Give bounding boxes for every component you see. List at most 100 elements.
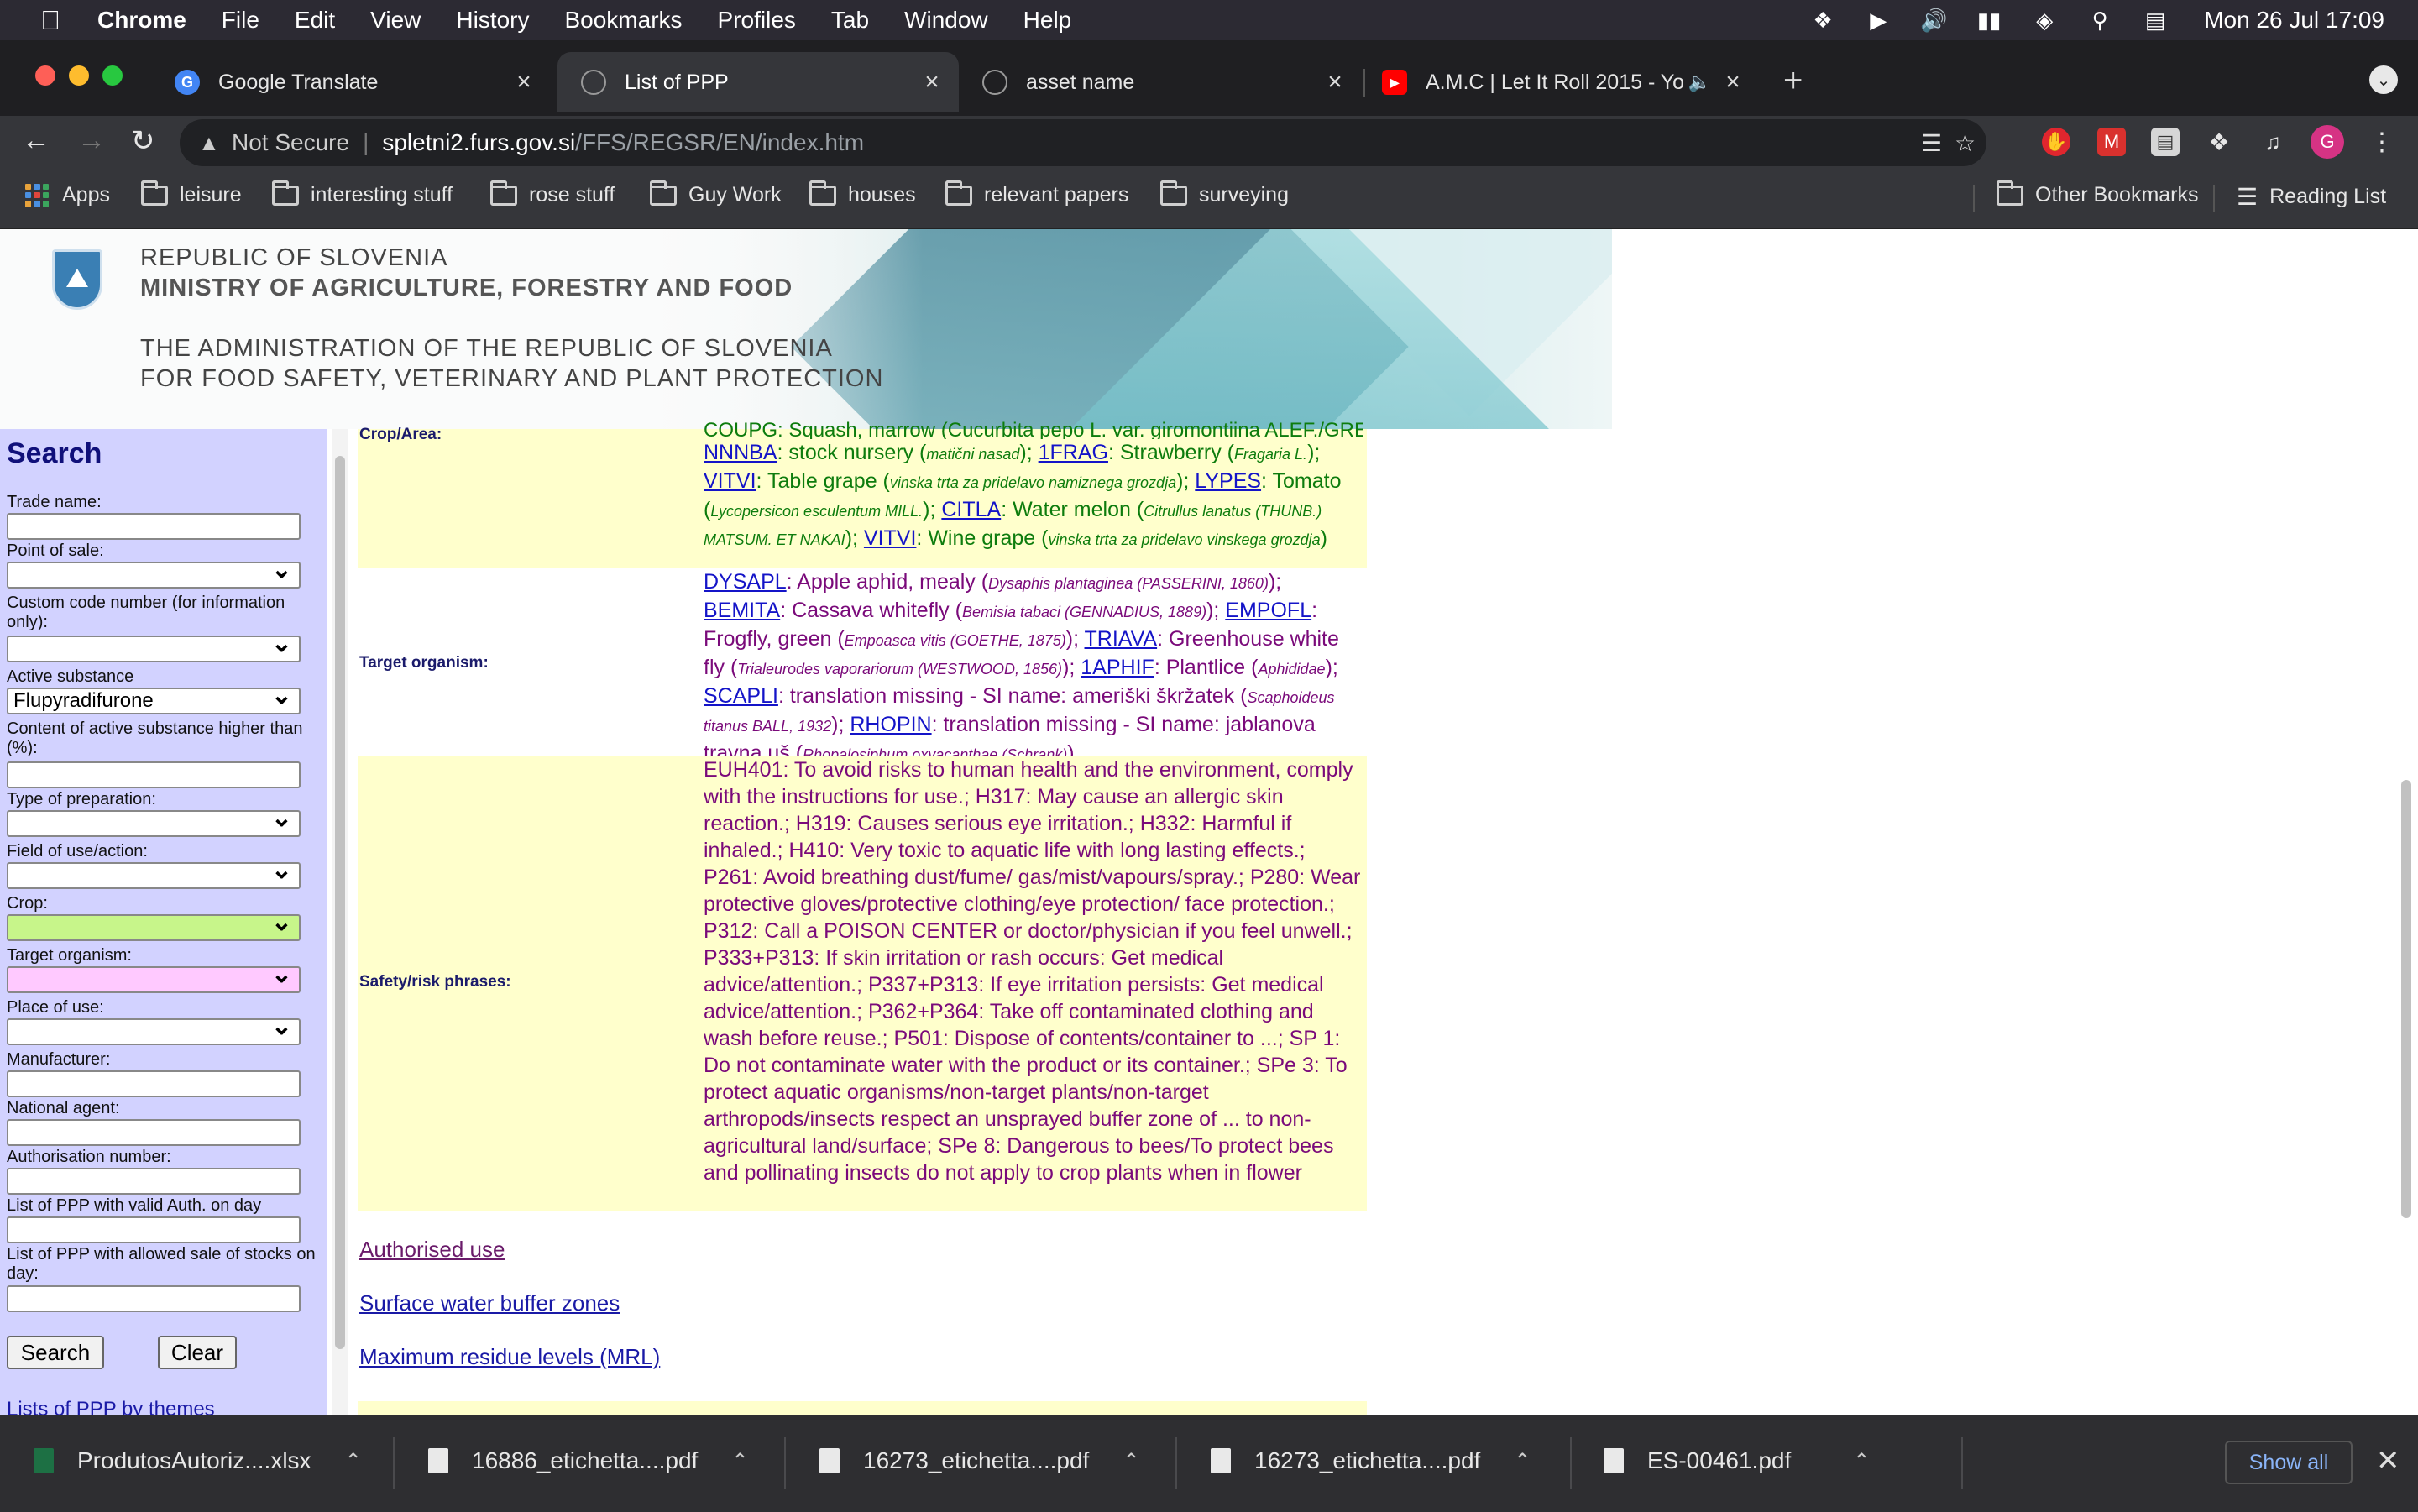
- crop-code-link[interactable]: VITVI: [864, 526, 917, 550]
- forward-arrow-icon[interactable]: →: [77, 124, 106, 157]
- target-organism-select[interactable]: [7, 963, 301, 993]
- bookmark-folder-relevant-papers[interactable]: relevant papers: [945, 180, 1128, 207]
- volume-icon[interactable]: 🔊: [1918, 8, 1949, 33]
- custom-code-select[interactable]: [7, 632, 301, 662]
- extensions-puzzle-icon[interactable]: ❖: [2205, 128, 2233, 156]
- reading-list-button[interactable]: ☰ Reading List: [2237, 183, 2386, 211]
- menu-history[interactable]: History: [456, 7, 529, 34]
- target-code-link[interactable]: 1APHIF: [1081, 656, 1154, 679]
- search-button[interactable]: Search: [7, 1336, 104, 1369]
- download-item[interactable]: ES-00461.pdf ⌃: [1604, 1447, 1870, 1474]
- battery-icon[interactable]: ▮▮: [1974, 8, 2004, 33]
- document-extension-icon[interactable]: ▤: [2151, 128, 2180, 156]
- menu-help[interactable]: Help: [1023, 7, 1072, 34]
- not-secure-label[interactable]: Not Secure: [232, 129, 349, 156]
- crop-code-link[interactable]: VITVI: [704, 469, 756, 493]
- crop-code-link[interactable]: NNNBA: [704, 441, 777, 464]
- menu-bookmarks[interactable]: Bookmarks: [564, 7, 682, 34]
- target-code-link[interactable]: DYSAPL: [704, 570, 787, 594]
- tab-youtube[interactable]: ▶ A.M.C | Let It Roll 2015 - Yo 🔈 ×: [1358, 52, 1760, 112]
- themes-link[interactable]: Lists of PPP by themes: [7, 1400, 317, 1415]
- field-of-use-select[interactable]: [7, 859, 301, 889]
- close-downloads-icon[interactable]: ✕: [2376, 1444, 2400, 1478]
- bookmark-folder-houses[interactable]: houses: [809, 180, 916, 207]
- crop-code-link[interactable]: 1FRAG: [1039, 441, 1108, 464]
- page-scrollbar[interactable]: [2398, 429, 2415, 1415]
- tab-google-translate[interactable]: G Google Translate ×: [151, 52, 551, 112]
- menu-app-name[interactable]: Chrome: [97, 7, 186, 34]
- profile-avatar[interactable]: G: [2311, 125, 2344, 159]
- menu-clock[interactable]: Mon 26 Jul 17:09: [2204, 7, 2384, 34]
- target-code-link[interactable]: SCAPLI: [704, 684, 778, 708]
- menu-edit[interactable]: Edit: [295, 7, 335, 34]
- mendeley-extension-icon[interactable]: M: [2097, 128, 2126, 156]
- warning-triangle-icon[interactable]: ▲: [198, 130, 223, 156]
- national-agent-input[interactable]: [7, 1119, 301, 1146]
- close-tab-icon[interactable]: ×: [509, 68, 539, 97]
- place-of-use-select[interactable]: [7, 1015, 301, 1045]
- bookmark-folder-guy-work[interactable]: Guy Work: [650, 180, 782, 207]
- show-all-downloads-button[interactable]: Show all: [2225, 1441, 2353, 1484]
- allowed-sale-date-input[interactable]: [7, 1285, 301, 1312]
- target-code-link[interactable]: BEMITA: [704, 599, 780, 622]
- url-host[interactable]: spletni2.furs.gov.si: [382, 129, 575, 156]
- sidebar-scrollbar[interactable]: [332, 429, 348, 1415]
- trade-name-input[interactable]: [7, 513, 301, 540]
- target-code-link[interactable]: TRIAVA: [1085, 627, 1158, 651]
- chevron-up-icon[interactable]: ⌃: [1853, 1449, 1870, 1473]
- apple-menu-icon[interactable]: : [34, 5, 67, 36]
- bookmark-folder-rose-stuff[interactable]: rose stuff: [490, 180, 615, 207]
- address-bar[interactable]: ▲ Not Secure | spletni2.furs.gov.si/FFS/…: [180, 119, 1986, 166]
- media-controls-icon[interactable]: ♫: [2258, 128, 2287, 156]
- audio-playing-icon[interactable]: 🔈: [1688, 71, 1711, 93]
- dropbox-status-icon[interactable]: ❖: [1808, 8, 1838, 33]
- menu-profiles[interactable]: Profiles: [718, 7, 796, 34]
- bookmark-apps[interactable]: Apps: [25, 183, 110, 207]
- sidebar-scrollbar-thumb[interactable]: [335, 456, 345, 1349]
- target-code-link[interactable]: EMPOFL: [1225, 599, 1311, 622]
- spotlight-search-icon[interactable]: ⚲: [2085, 8, 2115, 33]
- menu-window[interactable]: Window: [904, 7, 988, 34]
- download-item[interactable]: 16273_etichetta....pdf ⌃: [819, 1447, 1139, 1474]
- reload-icon[interactable]: ↻: [131, 124, 155, 158]
- url-path[interactable]: /FFS/REGSR/EN/index.htm: [575, 129, 864, 156]
- download-item[interactable]: 16273_etichetta....pdf ⌃: [1211, 1447, 1531, 1474]
- back-arrow-icon[interactable]: ←: [22, 124, 50, 157]
- tab-list-of-ppp[interactable]: List of PPP ×: [557, 52, 959, 112]
- bookmark-other-bookmarks[interactable]: Other Bookmarks: [1997, 180, 2199, 207]
- menu-view[interactable]: View: [370, 7, 421, 34]
- crop-select[interactable]: [7, 911, 301, 941]
- close-tab-icon[interactable]: ×: [1718, 68, 1748, 97]
- chevron-up-icon[interactable]: ⌃: [731, 1449, 748, 1473]
- content-higher-input[interactable]: [7, 761, 301, 788]
- translate-page-icon[interactable]: ☰: [1921, 129, 1942, 157]
- minimize-window-button[interactable]: [69, 65, 89, 86]
- wifi-icon[interactable]: ◈: [2029, 8, 2059, 33]
- tab-asset-name[interactable]: asset name ×: [959, 52, 1362, 112]
- page-scrollbar-thumb[interactable]: [2401, 780, 2411, 1218]
- point-of-sale-select[interactable]: [7, 558, 301, 589]
- close-tab-icon[interactable]: ×: [917, 68, 947, 97]
- type-of-preparation-select[interactable]: [7, 807, 301, 837]
- media-play-icon[interactable]: ▶: [1863, 8, 1893, 33]
- chevron-up-icon[interactable]: ⌃: [345, 1449, 362, 1473]
- manufacturer-input[interactable]: [7, 1070, 301, 1097]
- bookmark-folder-surveying[interactable]: surveying: [1160, 180, 1289, 207]
- target-code-link[interactable]: RHOPIN: [850, 713, 931, 736]
- zoom-window-button[interactable]: [102, 65, 123, 86]
- chevron-up-icon[interactable]: ⌃: [1123, 1449, 1139, 1473]
- authorised-use-link[interactable]: Authorised use: [359, 1237, 505, 1263]
- mrl-link[interactable]: Maximum residue levels (MRL): [359, 1344, 660, 1370]
- surface-water-buffer-link[interactable]: Surface water buffer zones: [359, 1290, 620, 1316]
- bookmark-folder-leisure[interactable]: leisure: [141, 180, 242, 207]
- menu-tab[interactable]: Tab: [831, 7, 869, 34]
- close-window-button[interactable]: [35, 65, 55, 86]
- menu-file[interactable]: File: [222, 7, 259, 34]
- bookmark-star-icon[interactable]: ☆: [1955, 129, 1976, 157]
- clear-button[interactable]: Clear: [158, 1336, 237, 1369]
- bookmark-folder-interesting-stuff[interactable]: interesting stuff: [272, 180, 453, 207]
- control-center-icon[interactable]: ▤: [2140, 8, 2170, 33]
- crop-code-link[interactable]: LYPES: [1195, 469, 1261, 493]
- active-substance-select[interactable]: Flupyradifurone: [7, 684, 301, 714]
- new-tab-button[interactable]: +: [1783, 62, 1803, 100]
